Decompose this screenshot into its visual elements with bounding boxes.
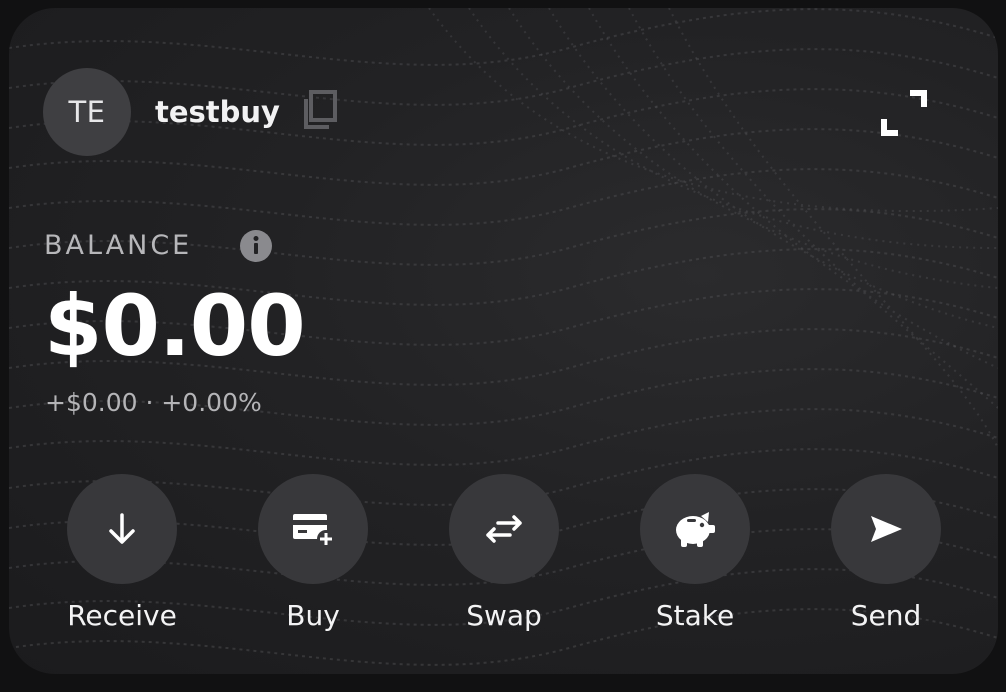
avatar[interactable]: TE <box>43 68 131 156</box>
receive-button[interactable] <box>67 474 177 584</box>
send-icon <box>871 516 902 542</box>
stake-action[interactable]: Stake <box>615 474 775 644</box>
receive-label: Receive <box>67 599 177 632</box>
send-action[interactable]: Send <box>806 474 966 644</box>
account-name: testbuy <box>155 95 280 129</box>
balance-amount: $0.00 <box>44 277 306 375</box>
info-icon[interactable] <box>239 229 273 263</box>
balance-change: +$0.00 · +0.00% <box>45 388 262 417</box>
swap-button[interactable] <box>449 474 559 584</box>
expand-icon <box>881 90 927 136</box>
wallet-card: TE testbuy BALANCE $0.00 +$0.00 · +0.00%… <box>9 8 998 674</box>
copy-icon <box>304 90 337 129</box>
swap-arrows-icon <box>486 515 522 543</box>
send-button[interactable] <box>831 474 941 584</box>
card-plus-icon <box>293 514 335 548</box>
buy-label: Buy <box>286 599 340 632</box>
receive-action[interactable]: Receive <box>42 474 202 644</box>
swap-action[interactable]: Swap <box>424 474 584 644</box>
copy-button[interactable] <box>299 89 341 131</box>
swap-label: Swap <box>466 599 542 632</box>
stake-button[interactable] <box>640 474 750 584</box>
buy-button[interactable] <box>258 474 368 584</box>
expand-button[interactable] <box>880 89 928 137</box>
arrow-down-icon <box>109 513 135 544</box>
buy-action[interactable]: Buy <box>233 474 393 644</box>
send-label: Send <box>850 599 922 632</box>
piggy-bank-icon <box>676 512 715 547</box>
balance-label: BALANCE <box>44 230 193 261</box>
stake-label: Stake <box>655 599 735 632</box>
